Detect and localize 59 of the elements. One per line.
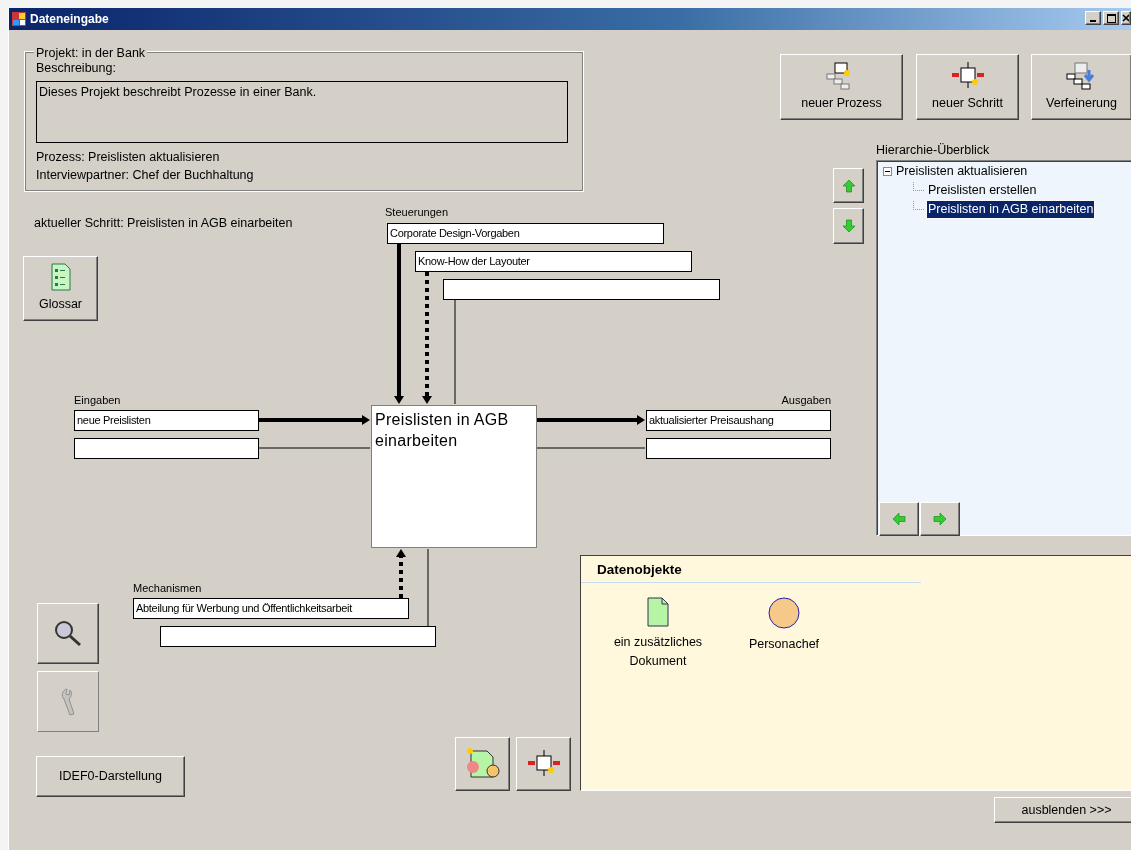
minimize-button[interactable] bbox=[1085, 11, 1101, 25]
dotted-arrow bbox=[396, 549, 406, 598]
text-field[interactable]: Know-How der Layouter bbox=[415, 251, 692, 272]
down-arrow-icon bbox=[841, 219, 856, 233]
step-icon bbox=[526, 750, 561, 778]
current-step-text: aktueller Schritt: Preislisten in AGB einarbeiten bbox=[34, 215, 293, 232]
panel-heading: Datenobjekte bbox=[581, 556, 921, 584]
section-label: Ausgaben bbox=[781, 393, 831, 408]
tree-item[interactable]: Preislisten in AGB einarbeiten bbox=[927, 201, 1095, 218]
toolbar-button[interactable]: neuer Schritt bbox=[916, 54, 1019, 120]
document-icon bbox=[647, 597, 669, 628]
process-text: Prozess: Preislisten aktualisieren bbox=[36, 149, 220, 166]
magnifier-icon bbox=[53, 618, 83, 649]
move-up-button[interactable] bbox=[833, 168, 864, 203]
document-person-icon bbox=[464, 747, 501, 781]
maximize-button[interactable] bbox=[1103, 11, 1119, 25]
tool-button[interactable] bbox=[37, 603, 99, 664]
right-arrow-icon bbox=[933, 512, 947, 526]
glossary-button[interactable]: Glossar bbox=[23, 256, 98, 321]
toolbar-button[interactable]: neuer Prozess bbox=[780, 54, 903, 120]
move-left-button[interactable] bbox=[879, 502, 919, 536]
glossary-icon bbox=[50, 263, 71, 292]
data-object-label[interactable]: Personachef bbox=[748, 635, 820, 654]
text-field[interactable] bbox=[74, 438, 259, 459]
tree-item[interactable]: Preislisten aktualisieren bbox=[895, 163, 1029, 180]
text-field[interactable]: Abteilung für Werbung und Öffentlichkeitsarbeit bbox=[133, 598, 409, 619]
text-field[interactable] bbox=[646, 438, 831, 459]
text-field[interactable] bbox=[160, 626, 436, 647]
left-arrow-icon bbox=[892, 512, 906, 526]
app-icon bbox=[12, 12, 26, 26]
text-field[interactable]: aktualisierter Preisaushang bbox=[646, 410, 831, 431]
description-field[interactable]: Dieses Projekt beschreibt Prozesse in einer Bank. bbox=[36, 81, 568, 143]
toolbar-button[interactable]: Verfeinerung bbox=[1031, 54, 1131, 120]
maximize-icon bbox=[1106, 13, 1116, 23]
idef0-button[interactable]: IDEF0-Darstellung bbox=[36, 756, 185, 797]
text-field[interactable]: Corporate Design-Vorgaben bbox=[387, 223, 664, 244]
section-label: Eingaben bbox=[74, 393, 121, 408]
move-right-button[interactable] bbox=[920, 502, 960, 536]
hide-button[interactable]: ausblenden >>> bbox=[994, 797, 1131, 823]
text-field[interactable] bbox=[443, 279, 720, 300]
close-icon bbox=[1122, 14, 1129, 22]
move-down-button[interactable] bbox=[833, 208, 864, 244]
step-icon bbox=[950, 61, 985, 90]
window-title: Dateneingabe bbox=[30, 11, 109, 28]
close-button[interactable] bbox=[1121, 11, 1131, 25]
add-data-object-button[interactable] bbox=[455, 737, 510, 791]
section-label: Mechanismen bbox=[133, 581, 202, 596]
person-icon bbox=[768, 597, 800, 630]
data-object-label[interactable]: ein zusätzliches Dokument bbox=[603, 633, 713, 671]
tree-item[interactable]: Preislisten erstellen bbox=[927, 182, 1038, 199]
text-field[interactable]: neue Preislisten bbox=[74, 410, 259, 431]
section-label: Steuerungen bbox=[385, 205, 448, 220]
up-arrow-icon bbox=[841, 178, 856, 193]
add-step-button[interactable] bbox=[516, 737, 571, 791]
field-label: Beschreibung: bbox=[36, 60, 116, 77]
activity-box[interactable]: Preislisten in AGB einarbeiten bbox=[371, 405, 537, 548]
collapse-icon[interactable] bbox=[883, 167, 892, 176]
tree-label: Hierarchie-Überblick bbox=[876, 142, 990, 159]
interview-text: Interviewpartner: Chef der Buchhaltung bbox=[36, 167, 254, 184]
